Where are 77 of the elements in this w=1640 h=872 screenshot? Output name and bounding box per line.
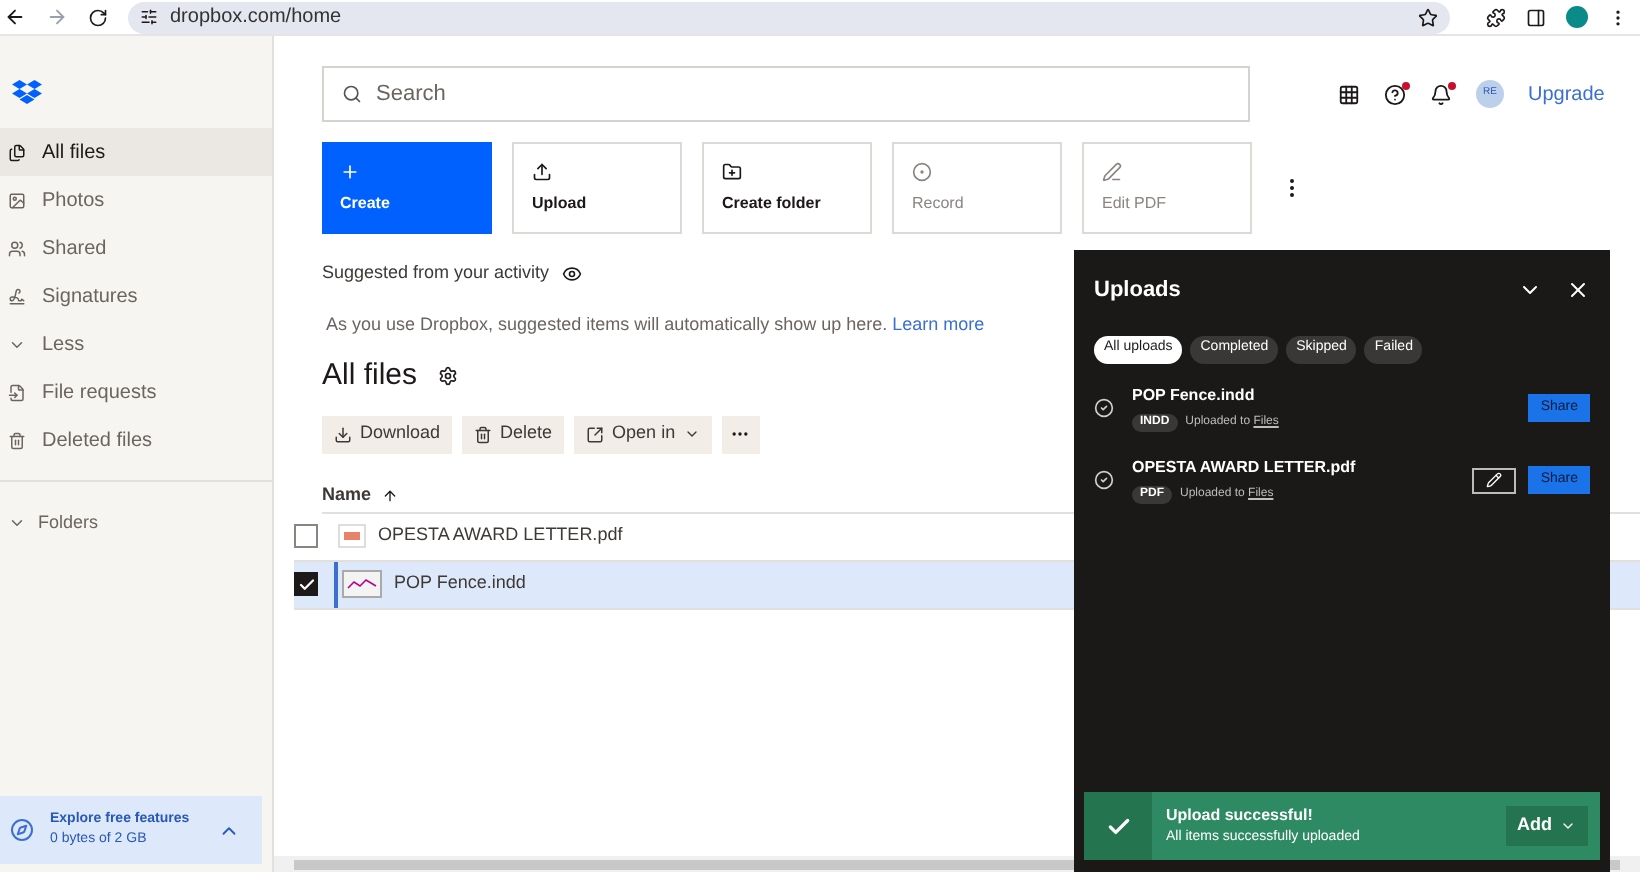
learn-more-link[interactable]: Learn more <box>892 313 985 333</box>
record-icon <box>912 161 932 181</box>
eye-icon[interactable] <box>561 263 582 284</box>
pen-icon <box>1102 161 1122 181</box>
suggested-info: As you use Dropbox, suggested items will automatically show up here. Learn more <box>326 311 987 338</box>
more-button[interactable] <box>721 415 760 453</box>
file-name: POP Fence.indd <box>394 570 526 597</box>
folders-label[interactable]: Folders <box>38 510 99 537</box>
file-icon <box>8 383 26 401</box>
pdf-file-icon <box>338 524 366 548</box>
toolbar-button[interactable]: Download <box>322 415 453 453</box>
reload-icon[interactable] <box>88 7 108 27</box>
image-icon <box>8 191 26 209</box>
profile-avatar[interactable] <box>1566 6 1588 28</box>
pencil-icon <box>1486 472 1503 488</box>
action-tile[interactable]: Create <box>322 142 492 234</box>
search-icon <box>342 84 362 104</box>
trash-icon <box>474 425 493 443</box>
signature-icon <box>8 287 26 305</box>
compass-icon <box>10 818 34 842</box>
action-tile[interactable]: Record <box>892 142 1062 234</box>
row-checkbox[interactable] <box>294 524 318 548</box>
chevron-down-icon <box>683 426 700 442</box>
apps-grid-icon[interactable] <box>1338 83 1360 105</box>
forward-icon[interactable] <box>46 6 68 28</box>
help-icon[interactable] <box>1384 83 1406 105</box>
document-thumbnail-icon <box>342 570 382 598</box>
add-button[interactable]: Add <box>1505 806 1588 846</box>
side-panel-icon[interactable] <box>1526 7 1546 27</box>
row-checkbox[interactable] <box>294 572 318 596</box>
settings-icon[interactable] <box>437 366 458 387</box>
close-icon[interactable] <box>1566 278 1590 303</box>
trash-icon <box>8 431 26 449</box>
upload-file-name: POP Fence.indd <box>1132 384 1257 408</box>
sort-arrow-icon[interactable] <box>381 488 398 504</box>
folder-plus-icon <box>722 161 742 181</box>
search-field[interactable]: Search <box>322 66 1250 122</box>
toolbar-button[interactable]: Delete <box>462 415 565 453</box>
people-icon <box>8 239 26 257</box>
download-icon <box>334 425 352 443</box>
sidebar-item[interactable]: File requests <box>0 368 272 416</box>
sidebar-item[interactable]: Deleted files <box>0 416 272 464</box>
site-settings-icon[interactable] <box>140 8 158 26</box>
sidebar-item[interactable]: All files <box>0 128 272 176</box>
check-icon <box>1105 813 1131 839</box>
toolbar-button[interactable]: Open in <box>574 415 712 453</box>
back-icon[interactable] <box>4 6 26 28</box>
sidebar-item[interactable]: Photos <box>0 176 272 224</box>
open-external-icon <box>586 425 605 443</box>
panel-title: Uploads <box>1094 276 1181 306</box>
action-tile[interactable]: Edit PDF <box>1082 142 1252 234</box>
chevron-down-icon <box>1560 818 1576 834</box>
files-icon <box>8 143 26 161</box>
sidebar-item[interactable]: Less <box>0 320 272 368</box>
check-circle-icon <box>1094 398 1114 418</box>
extensions-icon[interactable] <box>1486 7 1506 27</box>
edit-button[interactable] <box>1472 467 1517 493</box>
plus-icon <box>340 161 360 181</box>
suggested-heading: Suggested from your activity <box>322 260 550 286</box>
sidebar-item[interactable]: Signatures <box>0 272 272 320</box>
file-name: OPESTA AWARD LETTER.pdf <box>378 522 623 549</box>
column-header[interactable]: Name <box>322 482 372 510</box>
action-tile[interactable]: Create folder <box>702 142 872 234</box>
action-tile[interactable]: Upload <box>512 142 682 234</box>
bookmark-star-icon[interactable] <box>1418 7 1438 27</box>
check-circle-icon <box>1094 470 1114 490</box>
upload-icon <box>532 161 552 181</box>
bell-icon[interactable] <box>1430 83 1452 105</box>
check-icon <box>297 575 315 593</box>
toast-title: Upload successful! <box>1166 803 1315 828</box>
upload-file-name: OPESTA AWARD LETTER.pdf <box>1132 456 1358 480</box>
page-title: All files <box>322 356 418 396</box>
url-text: dropbox.com/home <box>170 4 344 32</box>
sidebar-item[interactable]: Shared <box>0 224 272 272</box>
upgrade-link[interactable]: Upgrade <box>1528 79 1605 109</box>
logo-icon[interactable] <box>12 80 42 104</box>
address-bar[interactable]: dropbox.com/home <box>128 1 1450 33</box>
